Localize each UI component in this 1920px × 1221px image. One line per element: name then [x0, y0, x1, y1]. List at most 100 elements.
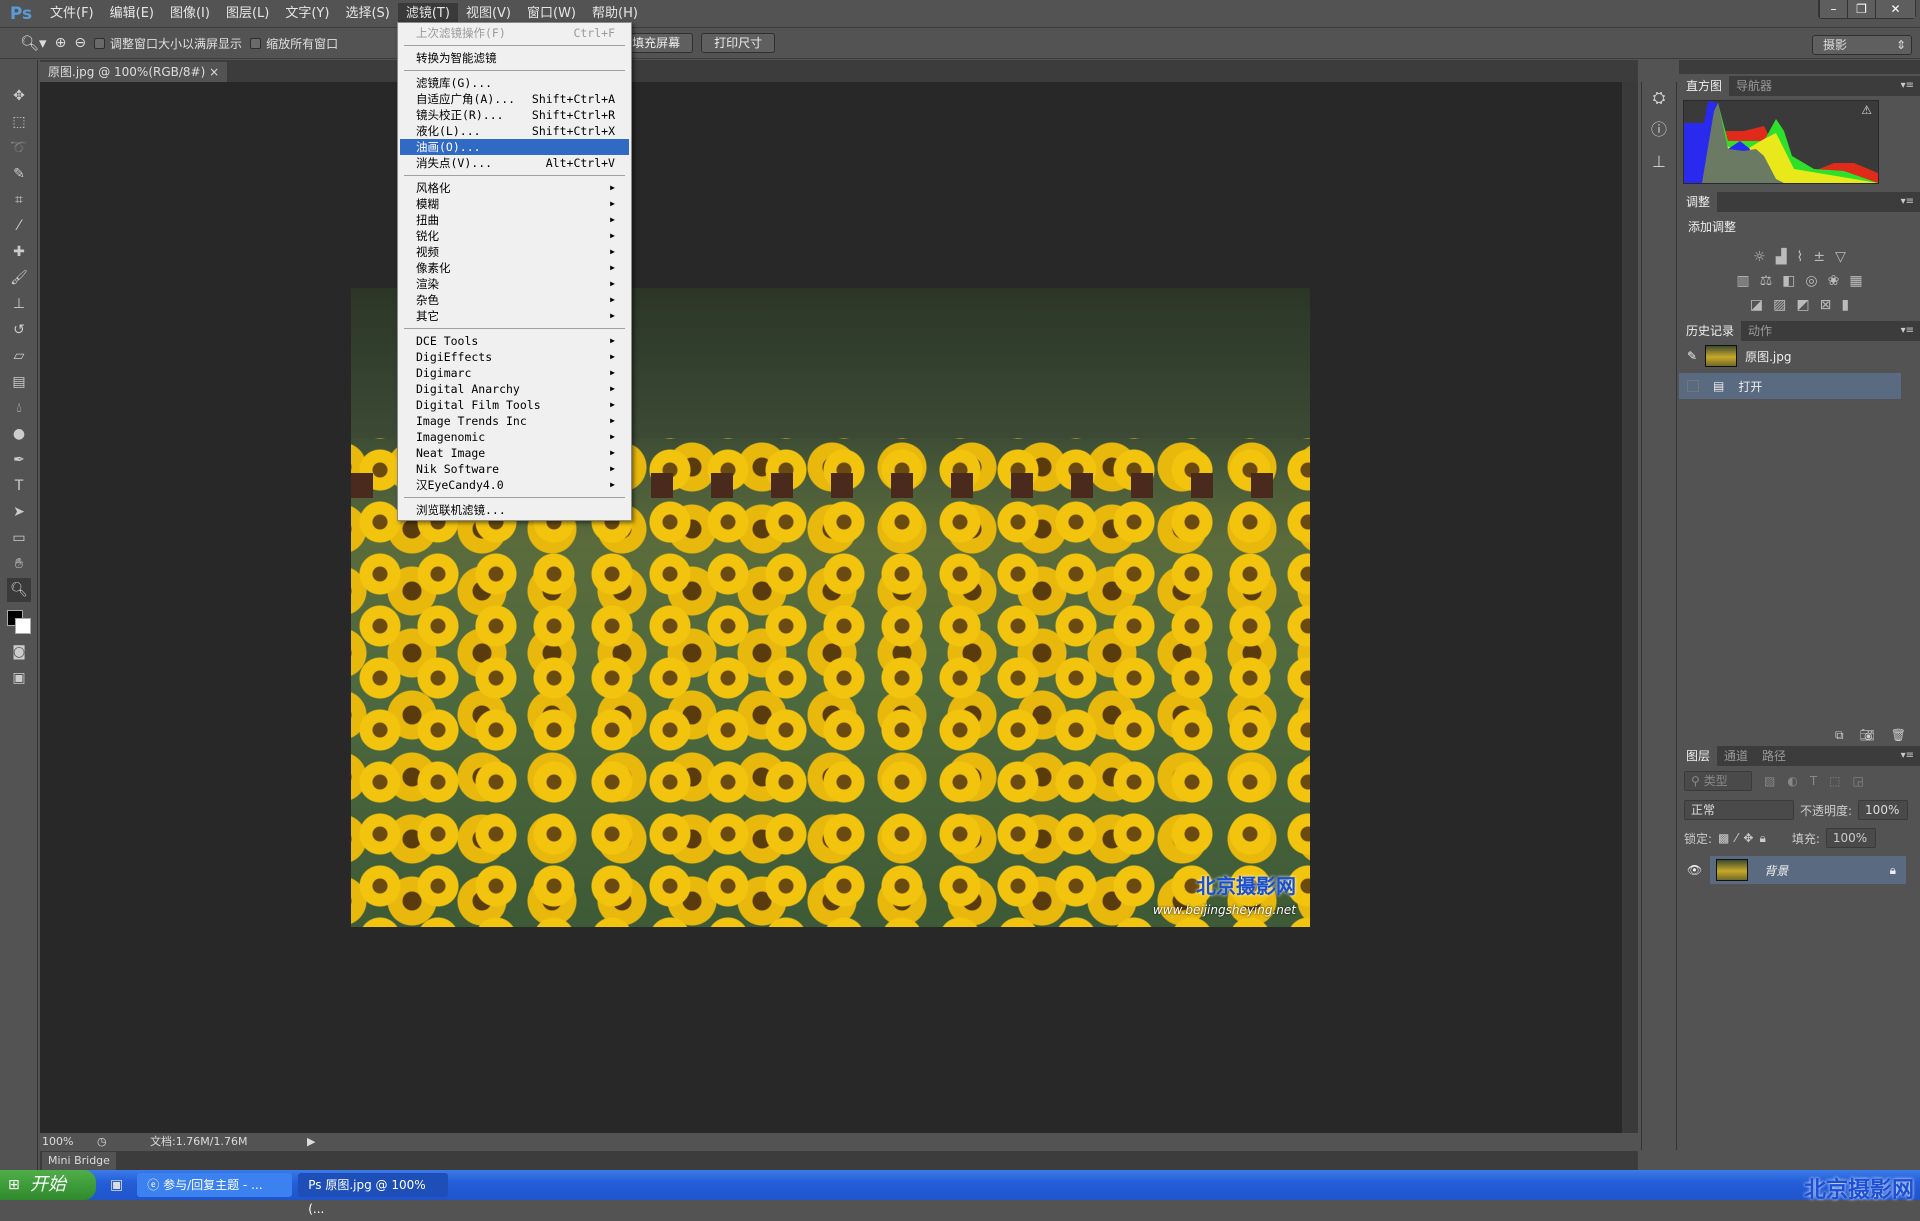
menu-item-adaptive-wide-angle[interactable]: 自适应广角(A)... Shift+Ctrl+A	[400, 91, 629, 107]
filter-pixel-icon[interactable]: ▨	[1764, 774, 1775, 788]
menu-item-digital-anarchy[interactable]: Digital Anarchy ▶	[400, 381, 629, 397]
taskbar-ie-window[interactable]: ⓔ 参与/回复主题 - ...	[137, 1173, 293, 1197]
zoom-tool-icon[interactable]: 🔍︎	[7, 578, 31, 602]
status-info-icon[interactable]: ◷	[97, 1135, 107, 1148]
filter-adjust-icon[interactable]: ◐	[1787, 774, 1797, 788]
menu-layer[interactable]: 图层(L)	[218, 3, 277, 25]
zoom-tool-icon[interactable]: 🔍︎▾	[20, 34, 47, 52]
move-tool-icon[interactable]: ✥	[7, 84, 31, 108]
menu-item-digieffects[interactable]: DigiEffects ▶	[400, 349, 629, 365]
restore-button[interactable]: ❐	[1847, 0, 1875, 18]
quick-mask-icon[interactable]: ◙	[7, 640, 31, 664]
threshold-icon[interactable]: ◩	[1796, 297, 1809, 313]
gradient-tool-icon[interactable]: ▤	[7, 370, 31, 394]
path-select-icon[interactable]: ➤	[7, 500, 31, 524]
resize-windows-checkbox[interactable]: 调整窗口大小以满屏显示	[94, 35, 242, 52]
brightness-icon[interactable]: ☼	[1753, 249, 1766, 265]
curves-icon[interactable]: ⌇	[1796, 249, 1803, 265]
close-button[interactable]: ✕	[1875, 0, 1915, 18]
menu-item-oil-paint[interactable]: 油画(O)...	[400, 139, 629, 155]
blend-mode-select[interactable]: 正常	[1684, 800, 1794, 820]
healing-tool-icon[interactable]: ✚	[7, 240, 31, 264]
menu-item-blur[interactable]: 模糊 ▶	[400, 196, 629, 212]
menu-item-browse-online-filters[interactable]: 浏览联机滤镜...	[400, 502, 629, 518]
tab-paths[interactable]: 路径	[1755, 746, 1793, 766]
menu-item-eyecandy[interactable]: 汉EyeCandy4.0 ▶	[400, 477, 629, 493]
menu-item-image-trends[interactable]: Image Trends Inc ▶	[400, 413, 629, 429]
menu-item-digimarc[interactable]: Digimarc ▶	[400, 365, 629, 381]
posterize-icon[interactable]: ▨	[1773, 297, 1786, 313]
panel-menu-icon[interactable]: ▾≡	[1901, 746, 1920, 766]
menu-item-stylize[interactable]: 风格化 ▶	[400, 180, 629, 196]
type-tool-icon[interactable]: T	[7, 474, 31, 498]
zoom-in-icon[interactable]: ⊕	[55, 35, 67, 51]
close-tab-icon[interactable]: ×	[209, 65, 219, 79]
quick-select-tool-icon[interactable]: ✎	[7, 162, 31, 186]
menu-item-nik-software[interactable]: Nik Software ▶	[400, 461, 629, 477]
filter-type-icon[interactable]: T	[1810, 774, 1817, 788]
snapshot-camera-icon[interactable]: 📷︎	[1860, 728, 1875, 743]
menu-item-filter-gallery[interactable]: 滤镜库(G)...	[400, 75, 629, 91]
panel-menu-icon[interactable]: ▾≡	[1901, 321, 1920, 341]
menu-item-vanishing-point[interactable]: 消失点(V)... Alt+Ctrl+V	[400, 155, 629, 171]
history-brush-source-icon[interactable]: ✎	[1687, 349, 1697, 363]
levels-icon[interactable]: ▟	[1776, 249, 1787, 265]
eraser-tool-icon[interactable]: ▱	[7, 344, 31, 368]
layer-filter-select[interactable]: ⚲ 类型	[1684, 771, 1752, 791]
crop-tool-icon[interactable]: ⌗	[7, 188, 31, 212]
panel-menu-icon[interactable]: ▾≡	[1901, 192, 1920, 212]
menu-select[interactable]: 选择(S)	[337, 3, 397, 25]
tab-navigator[interactable]: 导航器	[1729, 76, 1779, 96]
visibility-eye-icon[interactable]: 👁︎	[1687, 863, 1702, 877]
history-brush-icon[interactable]: ↺	[7, 318, 31, 342]
invert-icon[interactable]: ◪	[1750, 297, 1763, 313]
layer-background[interactable]: 👁︎ 背景 🔒︎	[1679, 856, 1920, 884]
trash-icon[interactable]: 🗑︎	[1891, 728, 1906, 743]
menu-item-other[interactable]: 其它 ▶	[400, 308, 629, 324]
zoom-level[interactable]: 100%	[40, 1135, 73, 1148]
menu-item-pixelate[interactable]: 像素化 ▶	[400, 260, 629, 276]
menu-item-liquify[interactable]: 液化(L)... Shift+Ctrl+X	[400, 123, 629, 139]
lasso-tool-icon[interactable]: ➰	[7, 136, 31, 160]
print-size-button[interactable]: 打印尺寸	[701, 33, 776, 53]
channel-mixer-icon[interactable]: ❀	[1828, 273, 1840, 289]
lock-all-icon[interactable]: 🔒︎	[1759, 831, 1765, 846]
zoom-out-icon[interactable]: ⊖	[74, 35, 86, 51]
menu-item-video[interactable]: 视频 ▶	[400, 244, 629, 260]
blur-tool-icon[interactable]: 💧︎	[7, 396, 31, 420]
menu-item-noise[interactable]: 杂色 ▶	[400, 292, 629, 308]
filter-smart-icon[interactable]: ◲	[1853, 774, 1864, 788]
mini-bridge-tab[interactable]: Mini Bridge	[42, 1152, 116, 1170]
lock-transparency-icon[interactable]: ▩	[1718, 831, 1729, 845]
photo-filter-icon[interactable]: ◎	[1805, 273, 1817, 289]
hue-saturation-icon[interactable]: ▥	[1736, 273, 1749, 289]
pen-tool-icon[interactable]: ✒	[7, 448, 31, 472]
brush-tool-icon[interactable]: 🖌︎	[7, 266, 31, 290]
menu-item-dce-tools[interactable]: DCE Tools ▶	[400, 333, 629, 349]
document-tab[interactable]: 原图.jpg @ 100%(RGB/8#) ×	[40, 62, 228, 82]
info-panel-icon[interactable]: ⓘ	[1647, 116, 1671, 139]
menu-item-distort[interactable]: 扭曲 ▶	[400, 212, 629, 228]
tab-history[interactable]: 历史记录	[1679, 321, 1742, 341]
tab-histogram[interactable]: 直方图	[1679, 76, 1730, 96]
marquee-tool-icon[interactable]: ⬚	[7, 110, 31, 134]
filter-shape-icon[interactable]: ⬚	[1829, 774, 1840, 788]
tab-channels[interactable]: 通道	[1717, 746, 1755, 766]
menu-item-lens-correction[interactable]: 镜头校正(R)... Shift+Ctrl+R	[400, 107, 629, 123]
panel-menu-icon[interactable]: ▾≡	[1901, 76, 1920, 96]
exposure-icon[interactable]: ±	[1813, 249, 1825, 265]
zoom-all-checkbox[interactable]: 缩放所有窗口	[250, 35, 338, 52]
tab-adjustments[interactable]: 调整	[1679, 192, 1718, 212]
menu-item-neat-image[interactable]: Neat Image ▶	[400, 445, 629, 461]
status-menu-arrow[interactable]: ▶	[307, 1135, 315, 1148]
start-button[interactable]: ⊞ 开始	[0, 1170, 96, 1200]
menu-edit[interactable]: 编辑(E)	[102, 3, 162, 25]
screen-mode-icon[interactable]: ▣	[7, 666, 31, 690]
hand-tool-icon[interactable]: ✋︎	[7, 552, 31, 576]
menu-item-render[interactable]: 渲染 ▶	[400, 276, 629, 292]
history-state-open[interactable]: ▤ 打开	[1679, 373, 1901, 399]
menu-image[interactable]: 图像(I)	[162, 3, 218, 25]
lock-position-icon[interactable]: ✥	[1743, 831, 1753, 845]
black-white-icon[interactable]: ◧	[1782, 273, 1795, 289]
vertical-scrollbar[interactable]	[1622, 82, 1638, 1133]
